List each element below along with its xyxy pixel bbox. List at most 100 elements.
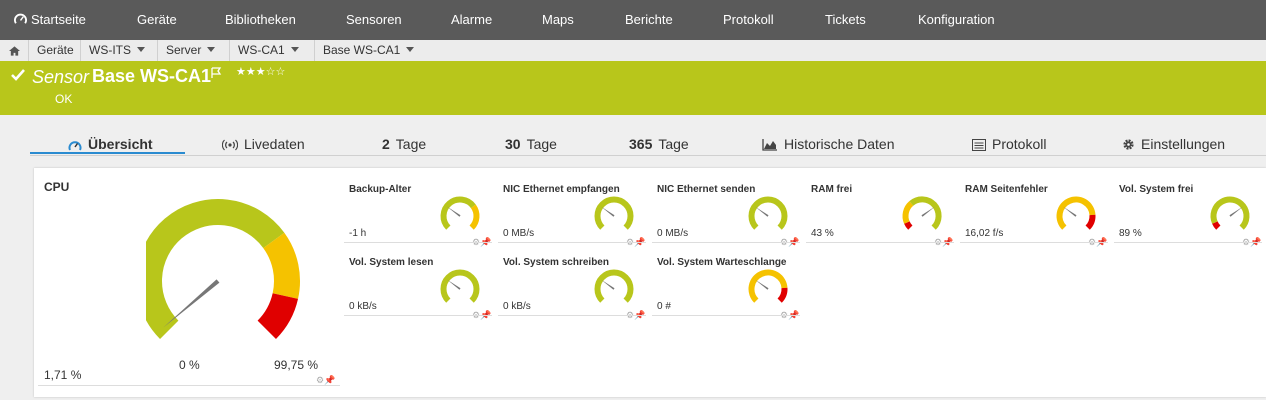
channel-tile[interactable]: Vol. System Warteschlange 0 # ⚙📌 [652, 245, 800, 320]
channel-value: 16,02 f/s [965, 228, 1004, 239]
gauge-segment-red [904, 221, 913, 230]
channel-value: 0 MB/s [657, 228, 689, 239]
pin-icon[interactable]: 📌 [324, 375, 335, 385]
channel-gauge[interactable] [438, 195, 482, 235]
nav-protokoll[interactable]: Protokoll [723, 0, 774, 40]
channel-gauge[interactable] [592, 268, 636, 308]
channel-gauge[interactable] [746, 268, 790, 308]
gauge-needle [601, 206, 615, 217]
tab-historische-daten[interactable]: Historische Daten [762, 128, 895, 154]
gauge-needle [163, 279, 220, 328]
channel-name: RAM Seitenfehler [965, 184, 1048, 195]
channel-tools: ⚙📌 [1088, 232, 1107, 250]
divider [344, 315, 492, 316]
channel-name: NIC Ethernet empfangen [503, 184, 620, 195]
channel-gauge[interactable] [1208, 195, 1252, 235]
list-icon [972, 139, 986, 151]
channel-tools: ⚙📌 [472, 305, 491, 323]
cpu-min-label: 0 % [179, 358, 200, 372]
gauge-icon [68, 141, 82, 151]
cpu-gauge[interactable] [146, 193, 326, 353]
channel-tile[interactable]: Vol. System frei 89 % ⚙📌 [1114, 172, 1262, 247]
tab-livedaten[interactable]: Livedaten [221, 128, 305, 154]
nav-startseite[interactable]: Startseite [14, 0, 86, 40]
channel-tile[interactable]: NIC Ethernet empfangen 0 MB/s ⚙📌 [498, 172, 646, 247]
channel-gauge[interactable] [592, 195, 636, 235]
tab-30-tage[interactable]: 30 Tage [505, 128, 557, 154]
gear-icon[interactable]: ⚙ [316, 375, 324, 385]
gauge-segment-red [777, 287, 788, 303]
nav-berichte[interactable]: Berichte [625, 0, 673, 40]
status-text: OK [55, 92, 73, 106]
breadcrumb-geraete[interactable]: Geräte [28, 40, 74, 61]
chevron-down-icon[interactable] [207, 47, 216, 52]
gauge-segment-yellow [902, 201, 914, 224]
nav-sensoren[interactable]: Sensoren [346, 0, 402, 40]
gauge-segment-green [146, 199, 285, 339]
tab-365-tage[interactable]: 365 Tage [629, 128, 689, 154]
gauge-segment-green [594, 269, 634, 303]
channel-tools: ⚙📌 [626, 305, 645, 323]
breadcrumb-ws-its[interactable]: WS-ITS [80, 40, 145, 61]
tab-einstellungen[interactable]: Einstellungen [1122, 128, 1225, 154]
divider [960, 242, 1108, 243]
channel-gauge[interactable] [746, 195, 790, 235]
nav-alarme[interactable]: Alarme [451, 0, 492, 40]
breadcrumb-base-ws-ca1[interactable]: Base WS-CA1 [314, 40, 415, 61]
chevron-down-icon[interactable] [290, 47, 299, 52]
channel-tile[interactable]: NIC Ethernet senden 0 MB/s ⚙📌 [652, 172, 800, 247]
channel-tools: ⚙📌 [934, 232, 953, 250]
divider [38, 385, 340, 386]
divider [498, 315, 646, 316]
flag-icon[interactable] [210, 67, 222, 79]
breadcrumb-ws-ca1[interactable]: WS-CA1 [229, 40, 299, 61]
tab-uebersicht[interactable]: Übersicht [30, 128, 185, 154]
gauge-segment-red [257, 292, 299, 339]
channel-tile[interactable]: RAM Seitenfehler 16,02 f/s ⚙📌 [960, 172, 1108, 247]
channel-name: RAM frei [811, 184, 853, 195]
nav-konfiguration[interactable]: Konfiguration [918, 0, 995, 40]
check-icon [11, 69, 25, 81]
gauge-needle [755, 206, 769, 217]
priority-stars[interactable]: ★★★☆☆ [236, 65, 285, 78]
nav-tickets[interactable]: Tickets [825, 0, 866, 40]
home-icon[interactable] [3, 40, 25, 61]
overview-panel: CPU 0 % 99,75 % 1,71 % ⚙📌 Backup-Alter -1… [34, 168, 1266, 397]
gauge-segment-yellow [262, 232, 300, 299]
channel-tile[interactable]: RAM frei 43 % ⚙📌 [806, 172, 954, 247]
breadcrumb-server[interactable]: Server [157, 40, 216, 61]
chevron-down-icon[interactable] [137, 47, 145, 52]
gauge-segment-green [594, 196, 634, 230]
channel-value: 89 % [1119, 228, 1142, 239]
channel-name: Vol. System Warteschlange [657, 257, 787, 268]
channel-gauge[interactable] [438, 268, 482, 308]
area-chart-icon [762, 139, 777, 151]
channel-value: 0 kB/s [349, 301, 377, 312]
channel-gauge[interactable] [900, 195, 944, 235]
channel-tile[interactable]: Backup-Alter -1 h ⚙📌 [344, 172, 492, 247]
channel-value: 0 # [657, 301, 671, 312]
gauge-needle [921, 206, 935, 217]
divider [498, 242, 646, 243]
cpu-value: 1,71 % [44, 368, 82, 382]
tab-2-tage[interactable]: 2 Tage [382, 128, 426, 154]
divider [652, 242, 800, 243]
gauge-segment-green [748, 196, 788, 230]
channel-tools: ⚙📌 [1242, 232, 1261, 250]
chevron-down-icon[interactable] [406, 47, 415, 52]
channel-name: Backup-Alter [349, 184, 412, 195]
nav-bibliotheken[interactable]: Bibliotheken [225, 0, 296, 40]
channel-tile[interactable]: Vol. System schreiben 0 kB/s ⚙📌 [498, 245, 646, 320]
tab-protokoll[interactable]: Protokoll [972, 128, 1046, 154]
tab-divider [30, 155, 1266, 156]
nav-maps[interactable]: Maps [542, 0, 574, 40]
cpu-tools: ⚙📌 [316, 370, 335, 388]
channel-tile[interactable]: Vol. System lesen 0 kB/s ⚙📌 [344, 245, 492, 320]
gauge-segment-red [1085, 214, 1096, 230]
gauge-needle [447, 279, 461, 290]
nav-geraete[interactable]: Geräte [137, 0, 177, 40]
gauge-logo-icon [14, 13, 27, 24]
top-navigation: Startseite Geräte Bibliotheken Sensoren … [0, 0, 1266, 40]
channel-gauge[interactable] [1054, 195, 1098, 235]
gauge-segment-red [1212, 221, 1221, 230]
